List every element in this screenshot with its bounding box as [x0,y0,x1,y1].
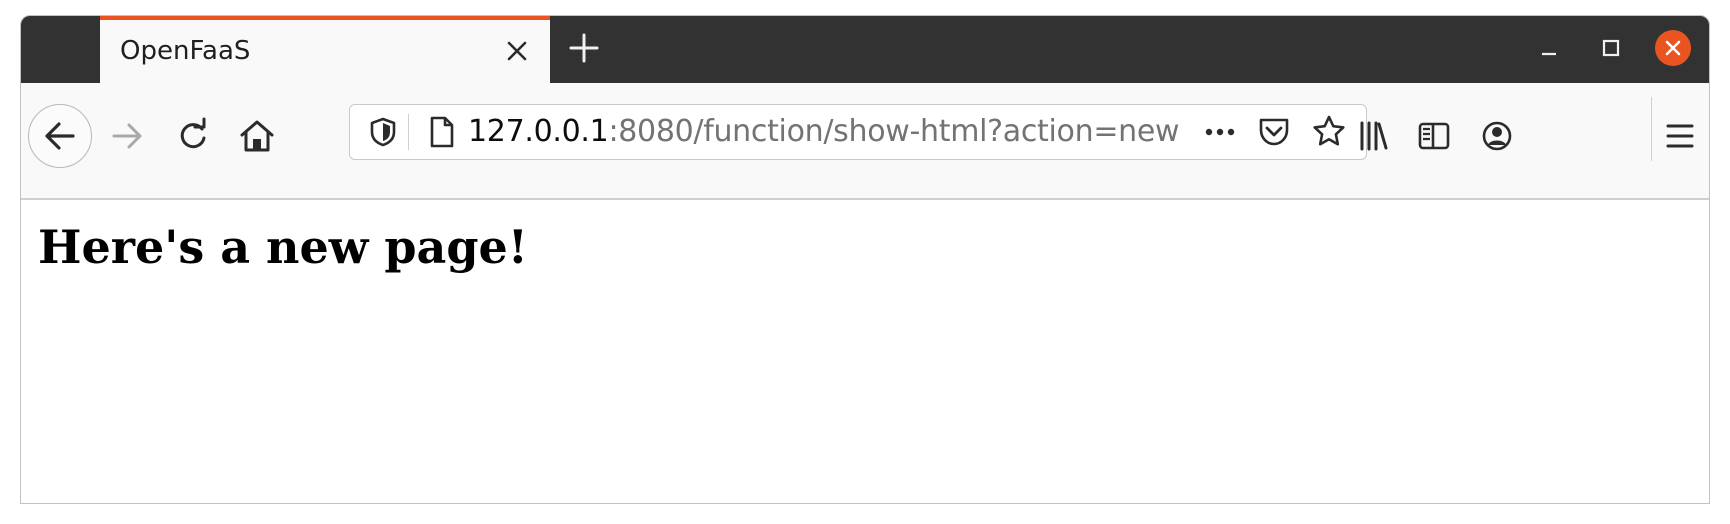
star-icon[interactable] [1307,110,1351,154]
plus-icon[interactable] [566,30,602,66]
maximize-icon[interactable] [1593,30,1629,66]
back-arrow-icon [45,122,75,150]
toolbar-divider [1651,97,1652,161]
url-path: :8080/function/show-html?action=new [608,114,1180,149]
url-bar[interactable]: 127.0.0.1:8080/function/show-html?action… [349,104,1367,160]
shield-icon[interactable] [361,110,405,154]
sidebar-icon[interactable] [1412,114,1456,158]
title-bar: OpenFaaS [21,16,1709,83]
reload-icon[interactable] [171,114,215,158]
close-icon[interactable] [504,38,530,64]
url-host: 127.0.0.1 [468,114,609,149]
forward-arrow-icon[interactable] [106,114,150,158]
library-icon[interactable] [1351,114,1395,158]
navigation-toolbar: 127.0.0.1:8080/function/show-html?action… [21,83,1709,200]
page-content: Here's a new page! [21,200,1709,503]
window-close-button[interactable] [1655,30,1691,66]
back-button[interactable] [28,104,92,168]
browser-window: OpenFaaS 127.0.0.1:8080/function/show-ht… [20,15,1710,504]
page-icon[interactable] [420,110,464,154]
tab-title: OpenFaaS [120,36,251,66]
page-heading: Here's a new page! [38,220,528,274]
url-text[interactable]: 127.0.0.1:8080/function/show-html?action… [468,105,1180,159]
minimize-icon[interactable] [1531,30,1567,66]
home-icon[interactable] [235,114,279,158]
url-separator [408,114,409,150]
tab-openfaas[interactable]: OpenFaaS [100,16,550,83]
account-icon[interactable] [1475,114,1519,158]
menu-icon[interactable] [1658,114,1702,158]
more-icon[interactable] [1198,110,1242,154]
pocket-icon[interactable] [1252,110,1296,154]
